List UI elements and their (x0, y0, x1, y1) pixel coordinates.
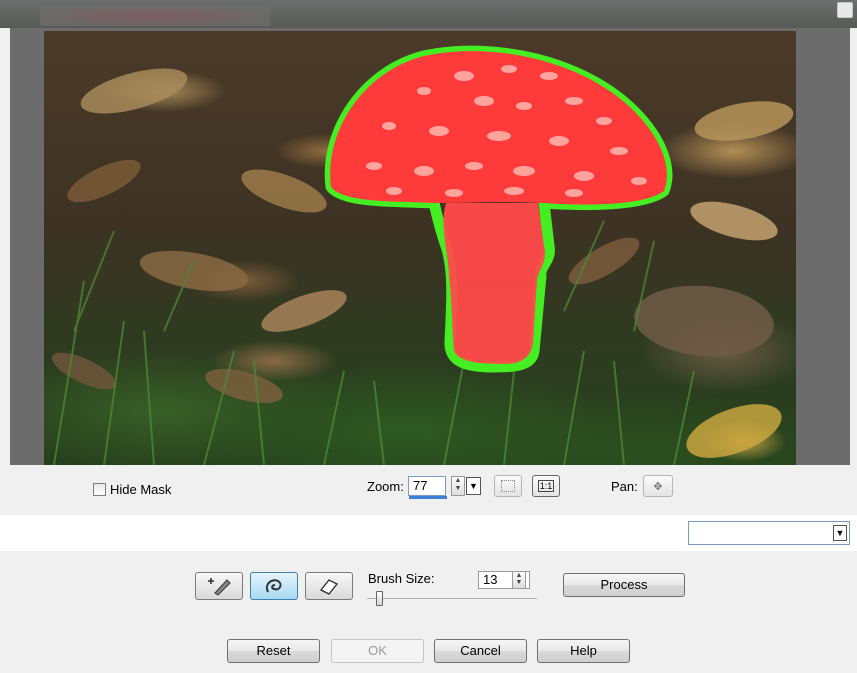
actual-size-button[interactable]: 1:1 (532, 475, 560, 497)
pan-button[interactable]: ✥ (643, 475, 673, 497)
brush-size-value: 13 (483, 572, 498, 587)
hide-mask-checkbox[interactable] (93, 483, 106, 496)
move-arrows-icon: ✥ (653, 480, 663, 493)
smart-brush-button[interactable] (250, 572, 298, 600)
cancel-button[interactable]: Cancel (434, 639, 527, 663)
down-arrow-icon[interactable]: ▼ (513, 579, 525, 586)
brush-tools-panel: Brush Size: 13 ▲ ▼ Process Reset OK Canc… (0, 551, 857, 673)
zoom-spinner[interactable]: ▲ ▼ (451, 476, 465, 496)
chevron-down-icon: ▼ (469, 481, 478, 491)
up-arrow-icon[interactable]: ▲ (452, 477, 464, 485)
window-top-strip (0, 0, 857, 28)
zoom-label: Zoom: (367, 479, 404, 494)
ok-button[interactable]: OK (331, 639, 424, 663)
zoom-focus-underline (409, 496, 447, 499)
add-brush-button[interactable] (195, 572, 243, 600)
brush-size-slider-thumb[interactable] (376, 591, 383, 606)
eraser-button[interactable] (305, 572, 353, 600)
plus-brush-icon (208, 578, 231, 596)
selection-band: ▼ (0, 515, 857, 551)
mode-select[interactable]: ▼ (688, 521, 850, 545)
zoom-input[interactable]: 77 (408, 476, 447, 499)
fit-to-window-icon (501, 480, 515, 492)
brush-size-slider-track[interactable] (367, 598, 537, 599)
window-corner-button[interactable] (837, 2, 853, 18)
swirl-brush-icon (266, 579, 282, 593)
pan-label: Pan: (611, 479, 638, 494)
hide-mask-label: Hide Mask (110, 482, 172, 497)
background-blur (40, 6, 270, 26)
fit-to-window-button[interactable] (494, 475, 522, 497)
eraser-icon (319, 579, 339, 595)
image-preview[interactable] (10, 28, 850, 465)
zoom-dropdown-button[interactable]: ▼ (466, 477, 481, 495)
down-arrow-icon[interactable]: ▼ (452, 485, 464, 493)
zoom-value: 77 (413, 478, 428, 493)
reset-button[interactable]: Reset (227, 639, 320, 663)
actual-size-label: 1:1 (537, 480, 555, 492)
brush-size-spinner[interactable]: ▲ ▼ (512, 571, 526, 589)
up-arrow-icon[interactable]: ▲ (513, 572, 525, 579)
brush-size-label: Brush Size: (368, 571, 435, 586)
help-button[interactable]: Help (537, 639, 630, 663)
process-button[interactable]: Process (563, 573, 685, 597)
zoom-toolbar: Hide Mask Zoom: 77 ▲ ▼ ▼ 1:1 Pan: ✥ (0, 465, 857, 515)
mushroom-mask-overlay (51, 45, 794, 465)
photo-canvas[interactable] (44, 31, 796, 465)
chevron-down-icon[interactable]: ▼ (833, 525, 847, 541)
